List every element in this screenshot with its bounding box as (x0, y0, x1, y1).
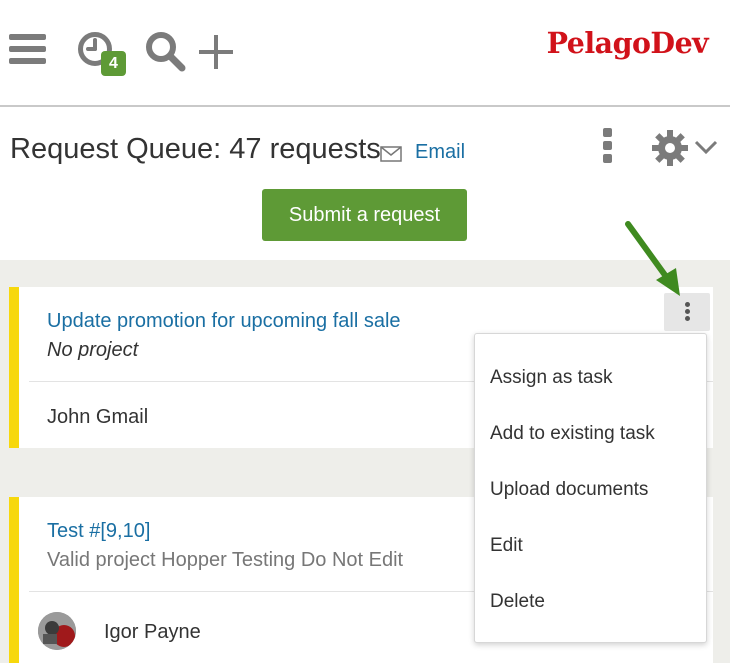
request-requester: John Gmail (47, 406, 149, 428)
submit-request-button[interactable]: Submit a request (262, 189, 467, 241)
menu-item-add-to-existing-task[interactable]: Add to existing task (490, 423, 655, 445)
request-project: Valid project Hopper Testing Do Not Edit (47, 549, 404, 571)
request-actions-menu: Assign as task Add to existing task Uplo… (474, 333, 707, 643)
clock-count-badge: 4 (101, 51, 126, 76)
menu-item-assign-as-task[interactable]: Assign as task (490, 367, 613, 389)
mail-icon[interactable] (380, 146, 402, 162)
request-requester: Igor Payne (104, 621, 201, 643)
plus-icon[interactable] (197, 33, 235, 71)
annotation-arrow-icon (625, 221, 680, 296)
avatar (38, 612, 76, 650)
request-project: No project (47, 339, 139, 361)
top-bar: 4 PelagoDev (0, 0, 730, 107)
search-icon[interactable] (144, 30, 186, 72)
menu-item-upload-documents[interactable]: Upload documents (490, 479, 648, 501)
chevron-down-icon[interactable] (694, 139, 718, 155)
request-title-link[interactable]: Test #[9,10] (47, 520, 150, 543)
gear-icon[interactable] (651, 129, 689, 167)
menu-item-edit[interactable]: Edit (490, 535, 523, 557)
more-options-icon[interactable] (600, 128, 614, 164)
request-title-link[interactable]: Update promotion for upcoming fall sale (47, 310, 401, 333)
request-more-options-icon[interactable] (664, 293, 710, 331)
email-link[interactable]: Email (415, 141, 465, 164)
pelagodev-logo[interactable]: PelagoDev (547, 26, 709, 60)
hamburger-icon[interactable] (9, 34, 46, 64)
page-title: Request Queue: 47 requests (10, 133, 381, 165)
menu-item-delete[interactable]: Delete (490, 591, 545, 613)
